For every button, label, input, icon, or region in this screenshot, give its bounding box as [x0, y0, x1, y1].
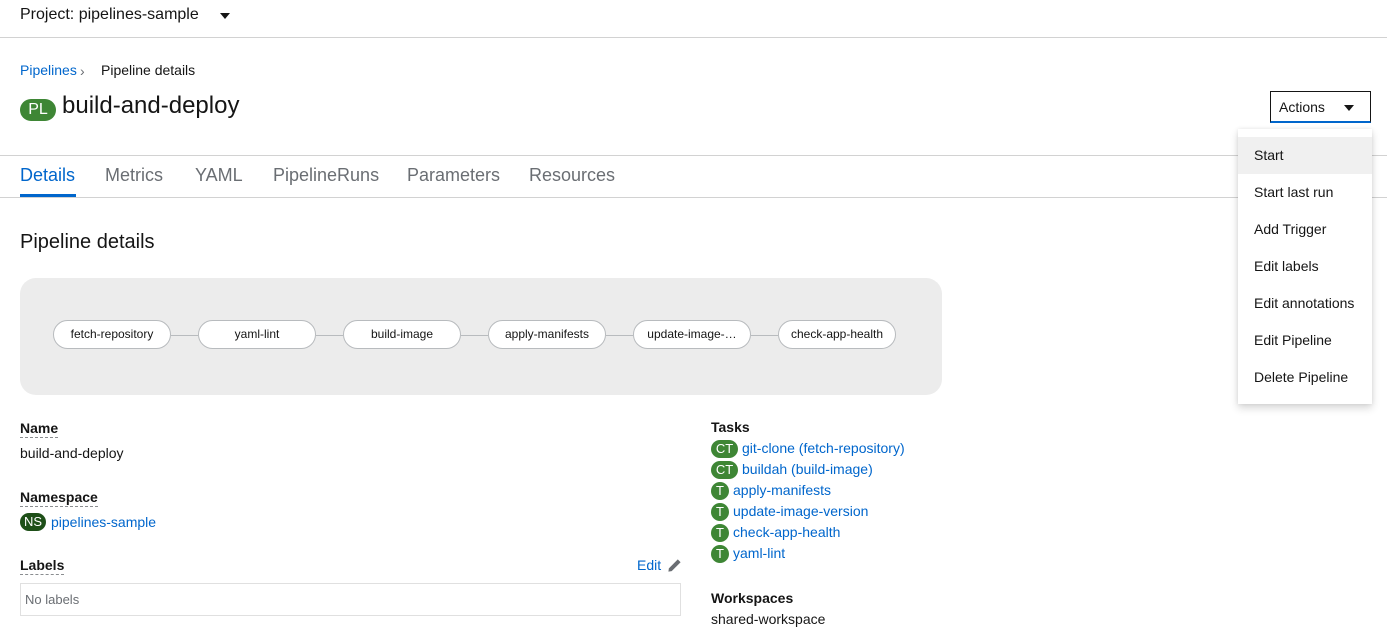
section-title: Pipeline details: [20, 231, 155, 253]
task-link[interactable]: apply-manifests: [733, 482, 831, 498]
labels-label: Labels: [20, 557, 65, 575]
namespace-label: Namespace: [20, 489, 98, 507]
task-link[interactable]: check-app-health: [733, 524, 840, 540]
chevron-down-icon[interactable]: [220, 13, 230, 19]
tab-resources[interactable]: Resources: [529, 165, 615, 186]
tab-parameters[interactable]: Parameters: [407, 165, 500, 186]
namespace-badge: NS: [20, 513, 46, 531]
menu-item-label: Start last run: [1254, 184, 1334, 200]
name-value: build-and-deploy: [20, 445, 124, 461]
name-label: Name: [20, 420, 59, 438]
task-link[interactable]: update-image-version: [733, 503, 868, 519]
graph-connector: [606, 335, 633, 336]
project-bar: Project: pipelines-sample: [0, 0, 1387, 38]
tab-pipelineruns[interactable]: PipelineRuns: [273, 165, 379, 186]
tabs-bottom-divider: [0, 197, 1387, 198]
task-badge: CT: [711, 461, 738, 479]
tasks-title: Tasks: [711, 419, 750, 435]
workspaces-title: Workspaces: [711, 590, 794, 606]
breadcrumb-pipelines-link[interactable]: Pipelines: [20, 62, 77, 78]
pipeline-badge: PL: [20, 99, 56, 121]
menu-item-edit-annotations[interactable]: Edit annotations: [1238, 285, 1372, 322]
labels-box: No labels: [20, 583, 681, 616]
graph-node-fetch-repository[interactable]: fetch-repository: [53, 320, 171, 349]
graph-node-update-image[interactable]: update-image-…: [633, 320, 751, 349]
menu-item-edit-pipeline[interactable]: Edit Pipeline: [1238, 322, 1372, 359]
task-link[interactable]: git-clone (fetch-repository): [742, 440, 905, 456]
caret-down-icon: [1344, 105, 1354, 111]
task-badge: T: [711, 503, 729, 521]
menu-item-label: Edit labels: [1254, 258, 1319, 274]
menu-item-label: Add Trigger: [1254, 221, 1327, 237]
menu-item-label: Edit annotations: [1254, 295, 1355, 311]
graph-connector: [171, 335, 198, 336]
actions-button-label: Actions: [1279, 99, 1325, 115]
tab-yaml[interactable]: YAML: [195, 165, 243, 186]
task-link[interactable]: buildah (build-image): [742, 461, 873, 477]
tabs-top-divider: [0, 155, 1387, 156]
menu-item-start[interactable]: Start: [1238, 137, 1372, 174]
page-title: build-and-deploy: [62, 92, 240, 119]
task-badge: T: [711, 482, 729, 500]
actions-button[interactable]: Actions: [1270, 91, 1371, 123]
labels-empty-text: No labels: [25, 592, 80, 607]
menu-item-delete-pipeline[interactable]: Delete Pipeline: [1238, 359, 1372, 396]
graph-node-yaml-lint[interactable]: yaml-lint: [198, 320, 316, 349]
task-link[interactable]: yaml-lint: [733, 545, 785, 561]
task-badge: CT: [711, 440, 738, 458]
graph-node-build-image[interactable]: build-image: [343, 320, 461, 349]
graph-connector: [316, 335, 343, 336]
task-badge: T: [711, 524, 729, 542]
graph-node-check-app-health[interactable]: check-app-health: [778, 320, 896, 349]
tab-metrics[interactable]: Metrics: [105, 165, 163, 186]
graph-connector: [461, 335, 488, 336]
graph-connector: [751, 335, 778, 336]
menu-item-label: Delete Pipeline: [1254, 369, 1349, 385]
menu-item-start-last-run[interactable]: Start last run: [1238, 174, 1372, 211]
edit-labels-label: Edit: [637, 557, 662, 573]
workspace-value: shared-workspace: [711, 611, 826, 627]
menu-item-add-trigger[interactable]: Add Trigger: [1238, 211, 1372, 248]
menu-item-label: Start: [1254, 147, 1284, 163]
graph-node-apply-manifests[interactable]: apply-manifests: [488, 320, 606, 349]
tab-details[interactable]: Details: [20, 165, 75, 186]
breadcrumb-current: Pipeline details: [101, 62, 196, 78]
actions-menu: Start Start last run Add Trigger Edit la…: [1238, 129, 1372, 404]
chevron-right-icon: ›: [80, 63, 85, 79]
task-badge: T: [711, 545, 729, 563]
namespace-link[interactable]: pipelines-sample: [51, 514, 156, 530]
menu-item-edit-labels[interactable]: Edit labels: [1238, 248, 1372, 285]
menu-item-label: Edit Pipeline: [1254, 332, 1332, 348]
project-selector[interactable]: Project: pipelines-sample: [20, 6, 199, 24]
pencil-icon: [668, 559, 681, 572]
edit-labels-link[interactable]: Edit: [637, 557, 681, 573]
